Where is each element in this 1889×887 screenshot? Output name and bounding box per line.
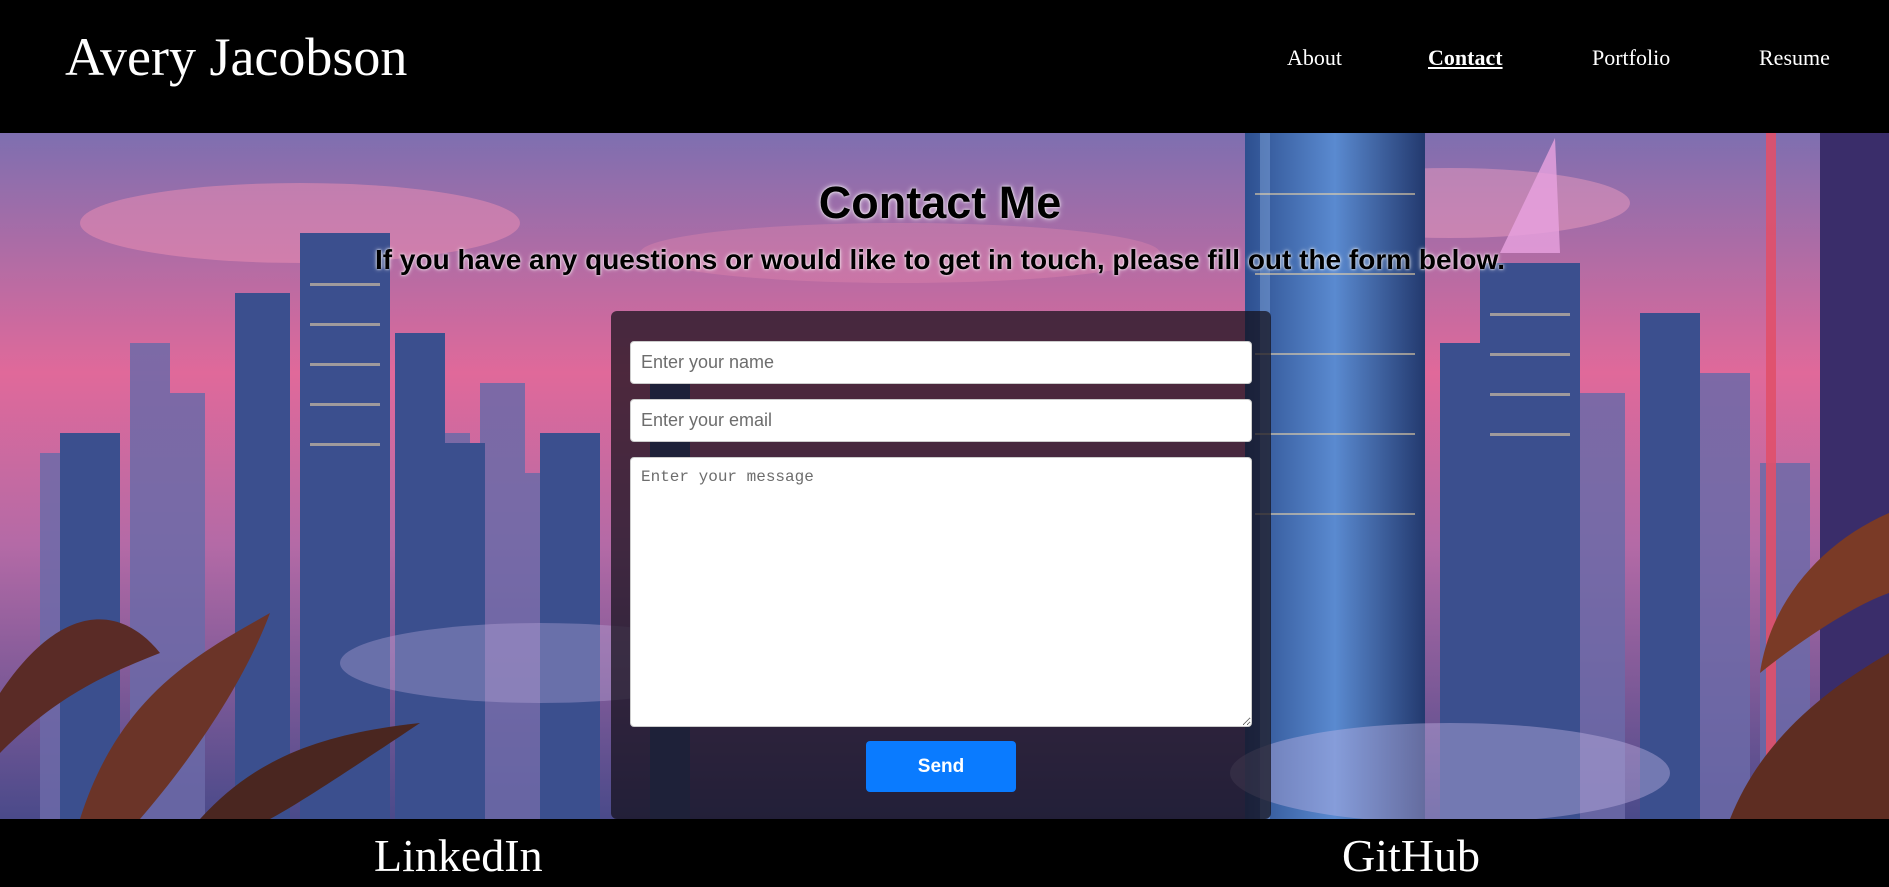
- nav-resume[interactable]: Resume: [1759, 44, 1830, 72]
- site-footer: LinkedIn GitHub: [0, 819, 1889, 887]
- nav-contact[interactable]: Contact: [1428, 44, 1503, 72]
- linkedin-link[interactable]: LinkedIn: [374, 829, 543, 883]
- send-button[interactable]: Send: [866, 741, 1016, 792]
- page-title: Contact Me: [818, 177, 1062, 228]
- email-input[interactable]: [630, 399, 1252, 442]
- site-name[interactable]: Avery Jacobson: [65, 24, 407, 90]
- site-header: Avery Jacobson About Contact Portfolio R…: [0, 0, 1889, 133]
- contact-form: Send: [611, 311, 1271, 819]
- page-subtitle: If you have any questions or would like …: [375, 244, 1505, 275]
- name-input[interactable]: [630, 341, 1252, 384]
- nav-about[interactable]: About: [1287, 44, 1342, 72]
- nav-portfolio[interactable]: Portfolio: [1592, 44, 1670, 72]
- message-textarea[interactable]: [630, 457, 1252, 727]
- github-link[interactable]: GitHub: [1342, 829, 1480, 883]
